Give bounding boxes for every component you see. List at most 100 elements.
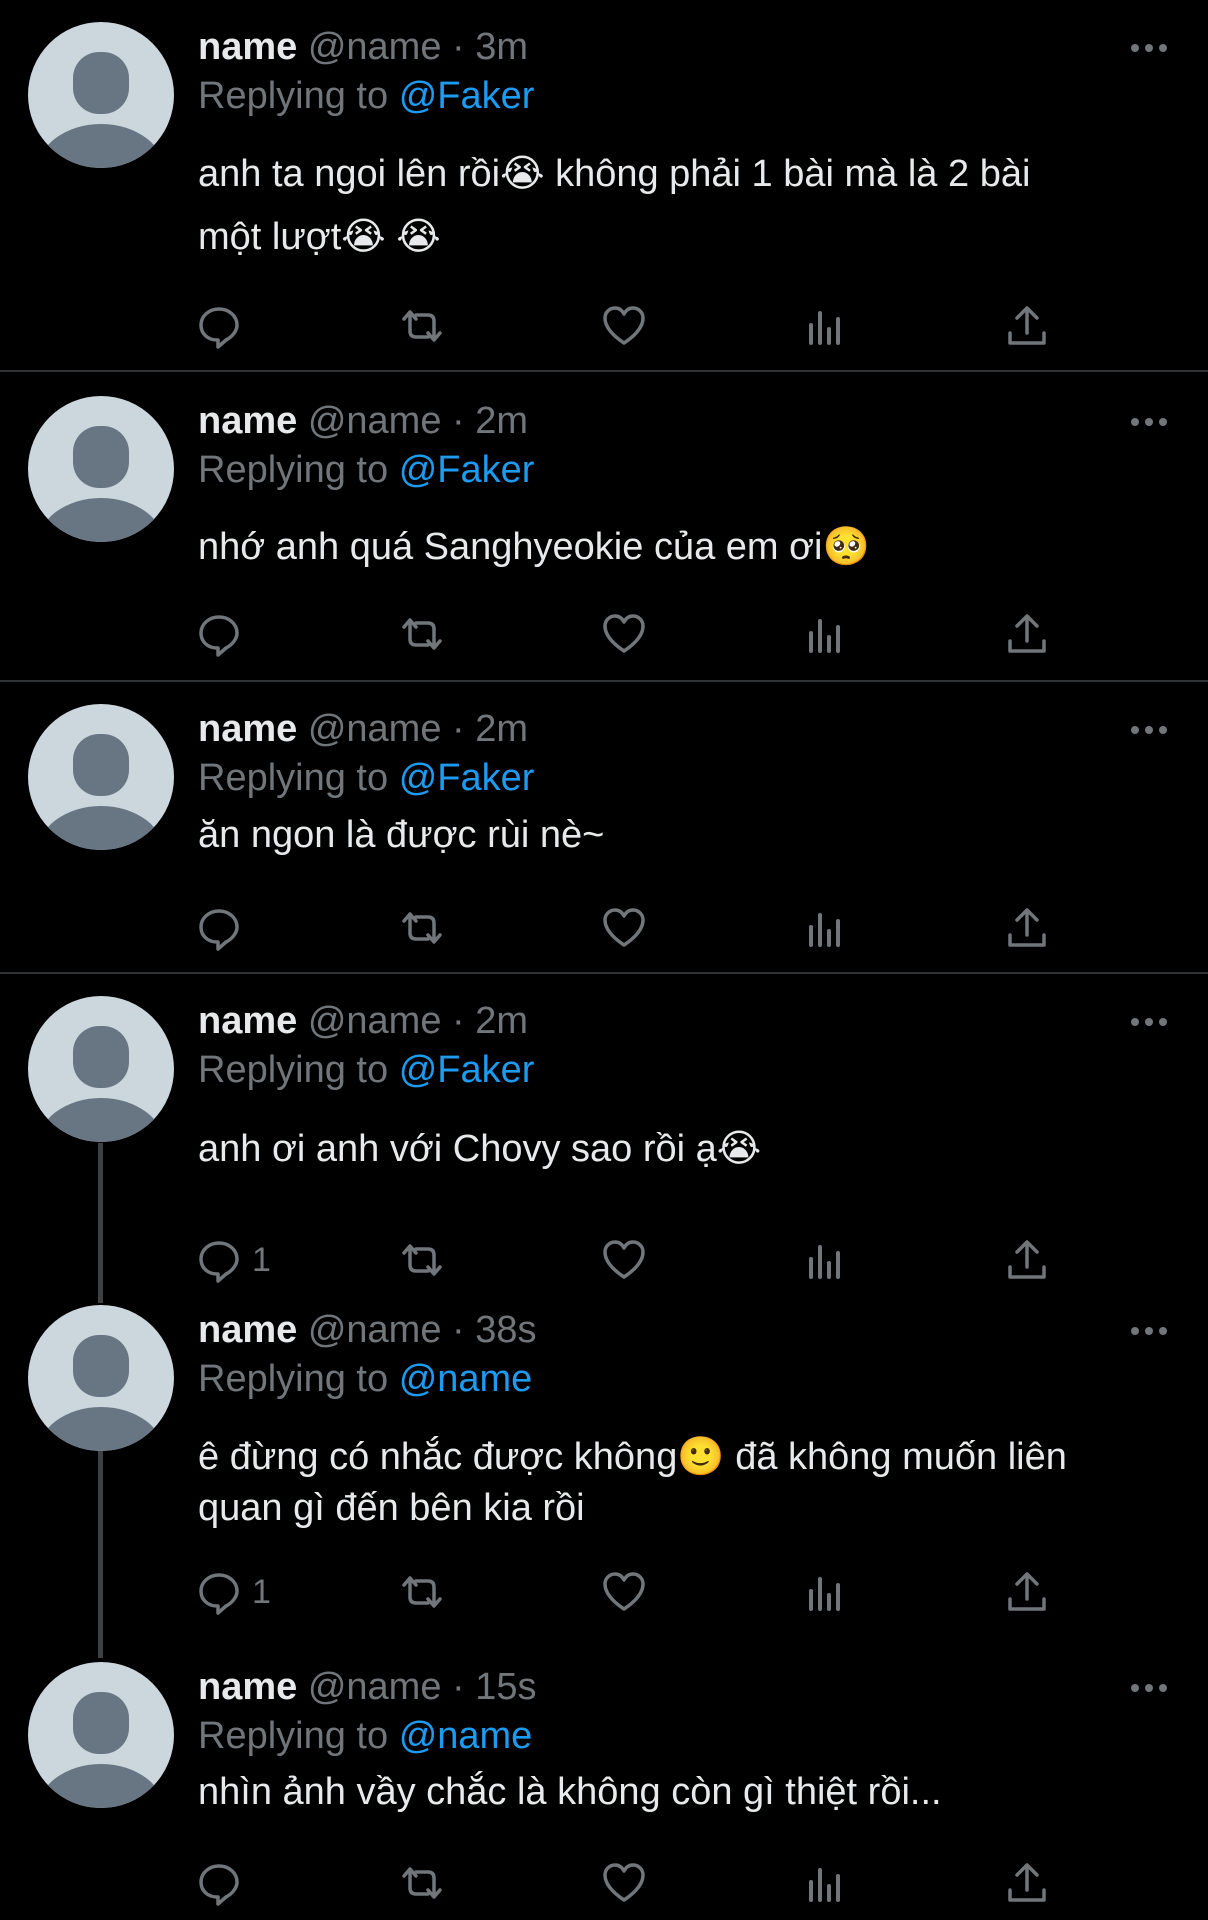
share-button[interactable] <box>1004 1858 1050 1908</box>
tweet-text: ăn ngon là được rùi nè~ <box>198 804 1158 867</box>
replying-to-link[interactable]: @Faker <box>399 75 535 117</box>
tweet-text: nhớ anh quá Sanghyeokie của em ơi🥺 <box>198 516 1158 579</box>
share-button[interactable] <box>1004 609 1050 659</box>
share-icon <box>1008 908 1046 947</box>
retweet-button[interactable] <box>398 1235 446 1285</box>
replying-to: Replying to @Faker <box>198 71 534 121</box>
tweet-actions: 1 <box>196 1235 1056 1285</box>
reply-icon <box>199 1241 239 1283</box>
retweet-button[interactable] <box>398 609 446 659</box>
user-name[interactable]: name <box>198 1309 297 1351</box>
like-button[interactable] <box>601 301 647 351</box>
user-handle[interactable]: @name <box>308 1666 442 1708</box>
timestamp[interactable]: 3m <box>475 26 528 68</box>
analytics-button[interactable] <box>803 1567 849 1617</box>
tweet-header: name @name · 15s <box>198 1662 537 1712</box>
avatar[interactable] <box>28 396 174 542</box>
tweet-actions: 1 <box>196 1567 1056 1617</box>
tweet-4[interactable]: name @name · 38s Replying to @name ê đừn… <box>0 1283 1208 1643</box>
timestamp[interactable]: 15s <box>475 1666 536 1708</box>
analytics-button[interactable] <box>803 301 849 351</box>
timestamp[interactable]: 2m <box>475 1000 528 1042</box>
tweet-3[interactable]: name @name · 2m Replying to @Faker anh ơ… <box>0 974 1208 1304</box>
default-avatar-icon <box>37 734 165 850</box>
tweet-actions <box>196 301 1056 351</box>
user-handle[interactable]: @name <box>308 400 442 442</box>
analytics-button[interactable] <box>803 1858 849 1908</box>
analytics-button[interactable] <box>803 609 849 659</box>
retweet-button[interactable] <box>398 903 446 953</box>
analytics-icon <box>809 913 840 947</box>
timestamp[interactable]: 2m <box>475 400 528 442</box>
user-name[interactable]: name <box>198 708 297 750</box>
more-options-icon[interactable] <box>1130 1012 1168 1032</box>
user-handle[interactable]: @name <box>308 1000 442 1042</box>
default-avatar-icon <box>37 1026 165 1142</box>
user-handle[interactable]: @name <box>308 26 442 68</box>
share-button[interactable] <box>1004 1235 1050 1285</box>
analytics-icon <box>809 1868 840 1902</box>
user-handle[interactable]: @name <box>308 708 442 750</box>
like-button[interactable] <box>601 1858 647 1908</box>
tweet-1[interactable]: name @name · 2m Replying to @Faker nhớ a… <box>0 372 1208 680</box>
like-button[interactable] <box>601 1567 647 1617</box>
tweet-header: name @name · 2m <box>198 396 528 446</box>
default-avatar-icon <box>37 426 165 542</box>
more-options-icon[interactable] <box>1130 38 1168 58</box>
heart-icon <box>603 1572 645 1611</box>
user-name[interactable]: name <box>198 1000 297 1042</box>
share-button[interactable] <box>1004 301 1050 351</box>
replying-to: Replying to @Faker <box>198 753 534 803</box>
heart-icon <box>603 306 645 345</box>
tweet-header: name @name · 38s <box>198 1305 537 1355</box>
analytics-button[interactable] <box>803 1235 849 1285</box>
analytics-icon <box>809 1245 840 1279</box>
timestamp[interactable]: 2m <box>475 708 528 750</box>
avatar[interactable] <box>28 704 174 850</box>
analytics-icon <box>809 619 840 653</box>
replying-prefix: Replying to <box>198 1715 389 1757</box>
share-icon <box>1008 1572 1046 1611</box>
reply-button[interactable] <box>196 1858 252 1908</box>
share-button[interactable] <box>1004 1567 1050 1617</box>
user-handle[interactable]: @name <box>308 1309 442 1351</box>
user-name[interactable]: name <box>198 26 297 68</box>
user-name[interactable]: name <box>198 400 297 442</box>
reply-button[interactable]: 1 <box>196 1567 271 1617</box>
replying-to-link[interactable]: @Faker <box>399 757 535 799</box>
reply-count: 1 <box>252 1240 271 1279</box>
user-name[interactable]: name <box>198 1666 297 1708</box>
retweet-button[interactable] <box>398 1858 446 1908</box>
more-options-icon[interactable] <box>1130 720 1168 740</box>
share-button[interactable] <box>1004 903 1050 953</box>
tweet-text: ê đừng có nhắc được không🙂 đã không muốn… <box>198 1432 1158 1534</box>
reply-button[interactable] <box>196 903 252 953</box>
like-button[interactable] <box>601 609 647 659</box>
replying-prefix: Replying to <box>198 1049 389 1091</box>
tweet-0[interactable]: name @name · 3m Replying to @Faker anh t… <box>0 0 1208 370</box>
timestamp[interactable]: 38s <box>475 1309 536 1351</box>
replying-to-link[interactable]: @Faker <box>399 449 535 491</box>
replying-to-link[interactable]: @Faker <box>399 1049 535 1091</box>
replying-to: Replying to @name <box>198 1354 532 1404</box>
more-options-icon[interactable] <box>1130 1678 1168 1698</box>
reply-button[interactable] <box>196 301 252 351</box>
tweet-actions <box>196 1858 1056 1908</box>
avatar[interactable] <box>28 996 174 1142</box>
analytics-button[interactable] <box>803 903 849 953</box>
reply-button[interactable]: 1 <box>196 1235 271 1285</box>
like-button[interactable] <box>601 1235 647 1285</box>
avatar[interactable] <box>28 22 174 168</box>
like-button[interactable] <box>601 903 647 953</box>
replying-to-link[interactable]: @name <box>399 1715 533 1757</box>
tweet-2[interactable]: name @name · 2m Replying to @Faker ăn ng… <box>0 682 1208 972</box>
avatar[interactable] <box>28 1662 174 1808</box>
replying-to-link[interactable]: @name <box>399 1358 533 1400</box>
more-options-icon[interactable] <box>1130 412 1168 432</box>
retweet-button[interactable] <box>398 301 446 351</box>
tweet-5[interactable]: name @name · 15s Replying to @name nhìn … <box>0 1640 1208 1920</box>
avatar[interactable] <box>28 1305 174 1451</box>
retweet-button[interactable] <box>398 1567 446 1617</box>
reply-button[interactable] <box>196 609 252 659</box>
more-options-icon[interactable] <box>1130 1321 1168 1341</box>
